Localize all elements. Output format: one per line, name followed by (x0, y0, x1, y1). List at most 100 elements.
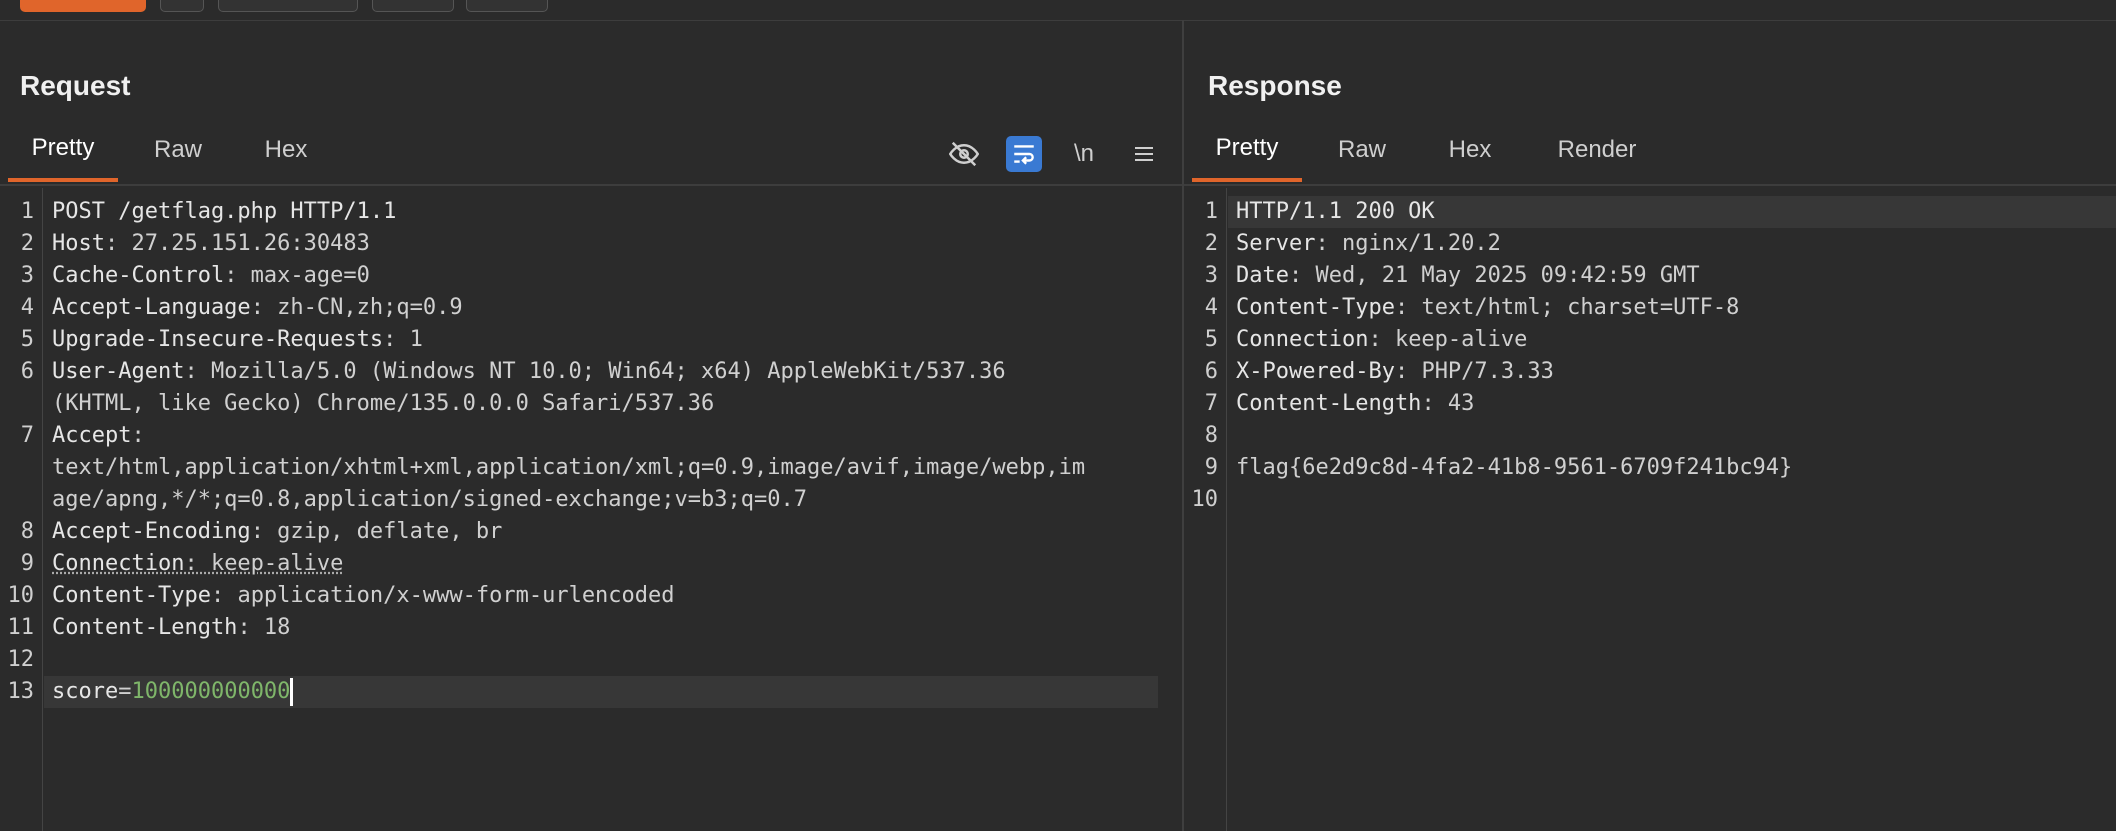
line-text: X-Powered-By: PHP/7.3.33 (1236, 356, 1554, 388)
toolbar-button[interactable] (372, 0, 454, 12)
header-value: flag{6e2d9c8d-4fa2-41b8-9561-6709f241bc9… (1236, 455, 1793, 480)
line-number: 4 (20, 295, 34, 320)
tab-pretty[interactable]: Pretty (1192, 118, 1302, 182)
header-value: : application/x-www-form-urlencoded (210, 583, 675, 608)
header-name: Content-Length (52, 615, 238, 640)
header-name: Host (52, 231, 105, 256)
newline-icon[interactable]: \n (1066, 136, 1102, 172)
code-line[interactable]: 3 Cache-Control: max-age=0 (0, 260, 1182, 292)
code-line[interactable]: 7 Content-Length: 43 (1184, 388, 2116, 420)
header-value: : gzip, deflate, br (250, 519, 503, 544)
header-value: : text/html; charset=UTF-8 (1394, 295, 1740, 320)
header-value: : 1 (383, 327, 423, 352)
top-toolbar (0, 0, 2116, 21)
response-editor[interactable]: 1 HTTP/1.1 200 OK 2 Server: nginx/1.20.2 3 Da… (1184, 188, 2116, 831)
header-value: : PHP/7.3.33 (1394, 359, 1554, 384)
line-text: Content-Length: 43 (1236, 388, 1474, 420)
code-line[interactable]: 3 Date: Wed, 21 May 2025 09:42:59 GMT (1184, 260, 2116, 292)
header-value: : Wed, 21 May 2025 09:42:59 GMT (1288, 263, 1700, 288)
line-number: 7 (20, 423, 34, 448)
line-number: 9 (20, 551, 34, 576)
toolbar-button[interactable] (218, 0, 358, 12)
code-line[interactable]: 11 Content-Length: 18 (0, 612, 1182, 644)
toolbar-button[interactable] (160, 0, 204, 12)
request-editor[interactable]: 1 POST /getflag.php HTTP/1.1 2 Host: 27.25.… (0, 188, 1182, 831)
code-line[interactable]: 4 Content-Type: text/html; charset=UTF-8 (1184, 292, 2116, 324)
line-text: Accept-Encoding: gzip, deflate, br (52, 516, 502, 548)
code-line[interactable]: 1 POST /getflag.php HTTP/1.1 (0, 196, 1182, 228)
code-line[interactable]: 9 flag{6e2d9c8d-4fa2-41b8-9561-6709f241bc… (1184, 452, 2116, 484)
header-value: text/html,application/xhtml+xml,applicat… (52, 455, 1086, 480)
code-line[interactable]: age/apng,*/*;q=0.8,application/signed-ex… (0, 484, 1182, 516)
response-tabs: Pretty Raw Hex Render (1184, 118, 2116, 184)
code-line[interactable]: 2 Server: nginx/1.20.2 (1184, 228, 2116, 260)
line-text: Content-Type: application/x-www-form-url… (52, 580, 675, 612)
code-line[interactable]: 5 Connection: keep-alive (1184, 324, 2116, 356)
header-name: HTTP/1.1 200 OK (1236, 199, 1435, 224)
code-line[interactable]: text/html,application/xhtml+xml,applicat… (0, 452, 1182, 484)
header-name: Accept-Encoding (52, 519, 251, 544)
code-line[interactable]: 6 User-Agent: Mozilla/5.0 (Windows NT 10.… (0, 356, 1182, 388)
code-line[interactable]: 6 X-Powered-By: PHP/7.3.33 (1184, 356, 2116, 388)
line-number: 7 (1204, 391, 1218, 416)
line-text: Accept-Language: zh-CN,zh;q=0.9 (52, 292, 463, 324)
header-name: User-Agent (52, 359, 185, 384)
line-text: Host: 27.25.151.26:30483 (52, 228, 370, 260)
response-title: Response (1208, 70, 1342, 101)
line-text: Connection: keep-alive (1236, 324, 1527, 356)
tab-raw[interactable]: Raw (128, 118, 228, 182)
line-number: 10 (1191, 487, 1219, 512)
code-line[interactable]: 13 score=100000000000 (8, 676, 1158, 708)
line-text: Content-Type: text/html; charset=UTF-8 (1236, 292, 1739, 324)
code-line[interactable]: 8 (1184, 420, 2116, 452)
tab-render[interactable]: Render (1532, 118, 1662, 182)
line-number: 3 (20, 263, 34, 288)
line-text: score=100000000000 (52, 676, 294, 708)
header-name: Content-Type (52, 583, 211, 608)
code-line[interactable]: 10 Content-Type: application/x-www-form-u… (0, 580, 1182, 612)
line-number: 10 (7, 583, 35, 608)
request-title: Request (20, 70, 131, 101)
line-text: age/apng,*/*;q=0.8,application/signed-ex… (52, 484, 807, 516)
header-value: age/apng,*/*;q=0.8,application/signed-ex… (52, 487, 807, 512)
tab-pretty[interactable]: Pretty (8, 118, 118, 182)
line-number: 5 (1204, 327, 1218, 352)
eye-slash-icon[interactable] (946, 136, 982, 172)
line-text: Connection: keep-alive (52, 548, 343, 580)
line-number: 2 (20, 231, 34, 256)
code-line[interactable]: 8 Accept-Encoding: gzip, deflate, br (0, 516, 1182, 548)
header-value: : zh-CN,zh;q=0.9 (250, 295, 463, 320)
header-name: Connection (52, 551, 185, 576)
code-line[interactable]: (KHTML, like Gecko) Chrome/135.0.0.0 Saf… (0, 388, 1182, 420)
line-text: text/html,application/xhtml+xml,applicat… (52, 452, 1085, 484)
line-number: 9 (1204, 455, 1218, 480)
line-number: 1 (1204, 199, 1218, 224)
header-name: X-Powered-By (1236, 359, 1395, 384)
wrap-icon[interactable] (1006, 136, 1042, 172)
code-line[interactable]: 5 Upgrade-Insecure-Requests: 1 (0, 324, 1182, 356)
toolbar-button[interactable] (466, 0, 548, 12)
header-value: : 18 (237, 615, 291, 640)
header-name: Upgrade-Insecure-Requests (52, 327, 384, 352)
code-line[interactable]: 1 HTTP/1.1 200 OK (1205, 196, 2116, 228)
line-text: HTTP/1.1 200 OK (1236, 196, 1435, 228)
header-name: Accept (52, 423, 132, 448)
tab-hex[interactable]: Hex (1420, 118, 1520, 182)
code-line[interactable]: 7 Accept: (0, 420, 1182, 452)
line-number: 3 (1204, 263, 1218, 288)
line-text: Server: nginx/1.20.2 (1236, 228, 1501, 260)
code-line[interactable]: 9 Connection: keep-alive (0, 548, 1182, 580)
code-line[interactable]: 12 (0, 644, 1182, 676)
line-text: Accept: (52, 420, 145, 452)
header-name: score (52, 679, 119, 704)
code-line[interactable]: 2 Host: 27.25.151.26:30483 (0, 228, 1182, 260)
line-text: POST /getflag.php HTTP/1.1 (52, 196, 396, 228)
tab-hex[interactable]: Hex (236, 118, 336, 182)
send-button[interactable] (20, 0, 146, 12)
code-line[interactable]: 10 (1184, 484, 2116, 516)
code-line[interactable]: 4 Accept-Language: zh-CN,zh;q=0.9 (0, 292, 1182, 324)
menu-icon[interactable] (1126, 136, 1162, 172)
header-value: : (131, 423, 145, 448)
line-text: User-Agent: Mozilla/5.0 (Windows NT 10.0… (52, 356, 1006, 388)
tab-raw[interactable]: Raw (1312, 118, 1412, 182)
